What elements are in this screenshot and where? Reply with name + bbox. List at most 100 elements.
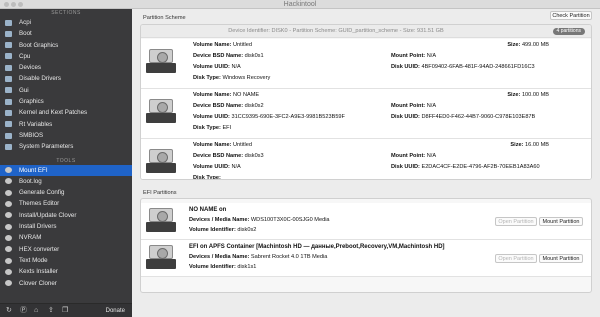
sections-header: SECTIONS [51,10,81,16]
app-window: Hackintool SECTIONS Acpi Boot Boot Graphic… [0,0,600,317]
sidebar-item-boot-graphics[interactable]: Boot Graphics [0,40,132,51]
device-bsd-name-label: Device BSD Name: [193,103,244,109]
folder-icon [5,30,12,37]
tool-item-boot-log[interactable]: Boot.log [0,176,132,187]
devices-media-name: Devices / Media Name: WDS100T3X0C-00SJG0… [189,217,330,224]
sidebar-item-label: Disable Drivers [19,75,61,83]
mount-point-label: Mount Point: [391,153,426,159]
check-partition-button[interactable]: Check Partition [550,11,592,20]
open-partition-button[interactable]: Open Partition [495,217,537,226]
device-bsd-name: Device BSD Name: disk0s3 [193,153,264,160]
donate-button[interactable]: Donate [106,307,125,315]
sidebar-item-disable-drivers[interactable]: Disable Drivers [0,73,132,84]
tool-item-label: HEX converter [19,245,60,253]
sidebar-bottom-bar: ↻ Ⓟ ⌂ ⇪ ❐ Donate [0,303,132,317]
main-content: Partition Scheme Check Partition Device … [132,9,600,317]
sidebar-item-cpu[interactable]: Cpu [0,51,132,62]
devices-media-name: Devices / Media Name: Sabrent Rocket 4.0… [189,254,327,261]
pp-icon[interactable]: ❐ [62,307,68,315]
sidebar-item-label: SMBIOS [19,131,44,139]
download-icon [5,223,12,230]
hard-drive-icon [146,149,176,175]
disk-type: Disk Type: EFI [193,125,231,132]
volume-name: Volume Name: Untitled [193,142,252,149]
scheme-header-bar: Device Identifier: DISK0 - Partition Sch… [141,25,591,38]
disk-uuid-value: 4BF09402-6FAB-481F-94AD-248661FD16C3 [421,64,535,70]
mount-partition-button[interactable]: Mount Partition [539,217,583,226]
partition-size-value: 100.00 MB [521,92,549,98]
efi-partition-title: EFI on APFS Container [Machintosh HD — д… [189,244,445,250]
folder-icon [5,42,12,49]
efi-partition-row[interactable]: EFI on APFS Container [Machintosh HD — д… [141,240,591,277]
tool-item-install-update-clover[interactable]: Install/Update Clover [0,210,132,221]
device-bsd-name-value: disk0s2 [244,103,264,109]
partition-row[interactable]: Volume Name: NO NAME Device BSD Name: dis… [141,89,591,139]
tool-item-label: Mount EFI [19,166,48,174]
partition-size: Size: 499.00 MB [507,42,549,49]
sections-list: Acpi Boot Boot Graphics Cpu Devices Disable D… [0,17,132,153]
sidebar-item-graphics[interactable]: Graphics [0,96,132,107]
sidebar-item-label: Cpu [19,52,31,60]
folder-icon [5,109,12,116]
tool-item-mount-efi[interactable]: Mount EFI [0,164,132,176]
partition-row[interactable]: Volume Name: Untitled Device BSD Name: di… [141,139,591,179]
sidebar-item-label: Rt Variables [19,120,53,128]
disk-type-label: Disk Type: [193,75,221,81]
folder-icon [5,143,12,150]
partition-size-label: Size: [507,42,521,48]
hard-drive-icon [146,245,176,271]
volume-identifier: Volume Identifier: disk1s1 [189,264,256,271]
folder-icon [5,53,12,60]
disk-type-label: Disk Type: [193,125,221,131]
drive-icon [5,167,12,174]
efi-list[interactable]: NO NAME on Devices / Media Name: WDS100T3… [141,203,591,277]
home-icon[interactable]: ⌂ [34,307,38,315]
sidebar-item-boot[interactable]: Boot [0,28,132,39]
sidebar-item-kernel-and-kext-patches[interactable]: Kernel and Kext Patches [0,107,132,118]
partition-scheme-panel: Device Identifier: DISK0 - Partition Sch… [140,24,592,180]
tool-item-clover-cloner[interactable]: Clover Cloner [0,278,132,289]
sidebar-item-gui[interactable]: Gui [0,85,132,96]
efi-partitions-label: EFI Partitions [143,190,177,196]
tool-item-generate-config[interactable]: Generate Config [0,187,132,198]
volume-uuid: Volume UUID: N/A [193,164,241,171]
tool-item-hex-converter[interactable]: HEX converter [0,244,132,255]
sidebar-item-label: Acpi [19,19,32,26]
tool-item-themes-editor[interactable]: Themes Editor [0,198,132,209]
sidebar-item-devices[interactable]: Devices [0,62,132,73]
disk-uuid: Disk UUID: E2DAC4CF-E2DE-4796-AF2B-70EEB… [391,164,540,171]
volume-uuid-value: N/A [231,164,241,170]
partition-list[interactable]: Volume Name: Untitled Device BSD Name: di… [141,39,591,179]
efi-partition-row[interactable]: NO NAME on Devices / Media Name: WDS100T3… [141,203,591,240]
paypal-icon[interactable]: Ⓟ [20,307,27,315]
mount-partition-button[interactable]: Mount Partition [539,254,583,263]
volume-uuid: Volume UUID: 31CC9395-690E-3FC2-A9E3-998… [193,114,345,121]
sidebar-item-acpi[interactable]: Acpi [0,17,132,28]
tool-item-kexts-installer[interactable]: Kexts Installer [0,266,132,277]
hard-drive-icon [146,208,176,234]
tool-item-install-drivers[interactable]: Install Drivers [0,221,132,232]
sidebar-item-rt-variables[interactable]: Rt Variables [0,119,132,130]
tool-item-nvram[interactable]: NVRAM [0,232,132,243]
disk-uuid-label: Disk UUID: [391,164,420,170]
volume-identifier-label: Volume Identifier: [189,227,236,233]
clover-icon [5,212,12,219]
partition-row[interactable]: Volume Name: Untitled Device BSD Name: di… [141,39,591,89]
volume-name-value: Untitled [233,142,252,148]
window-title: Hackintool [283,1,317,8]
folder-icon [5,19,12,26]
tool-item-label: Boot.log [19,177,42,185]
sidebar-item-label: Devices [19,64,42,72]
tool-item-text-mode[interactable]: Text Mode [0,255,132,266]
share-icon[interactable]: ⇪ [48,307,54,315]
device-bsd-name: Device BSD Name: disk0s1 [193,53,264,60]
sidebar-item-smbios[interactable]: SMBIOS [0,130,132,141]
open-partition-button[interactable]: Open Partition [495,254,537,263]
refresh-icon[interactable]: ↻ [6,307,12,315]
device-bsd-name-label: Device BSD Name: [193,153,244,159]
title-bar: Hackintool [0,0,600,9]
volume-name-label: Volume Name: [193,42,232,48]
gear-icon [5,189,12,196]
sidebar-item-system-parameters[interactable]: System Parameters [0,141,132,152]
disk-type-value: EFI [222,125,232,131]
